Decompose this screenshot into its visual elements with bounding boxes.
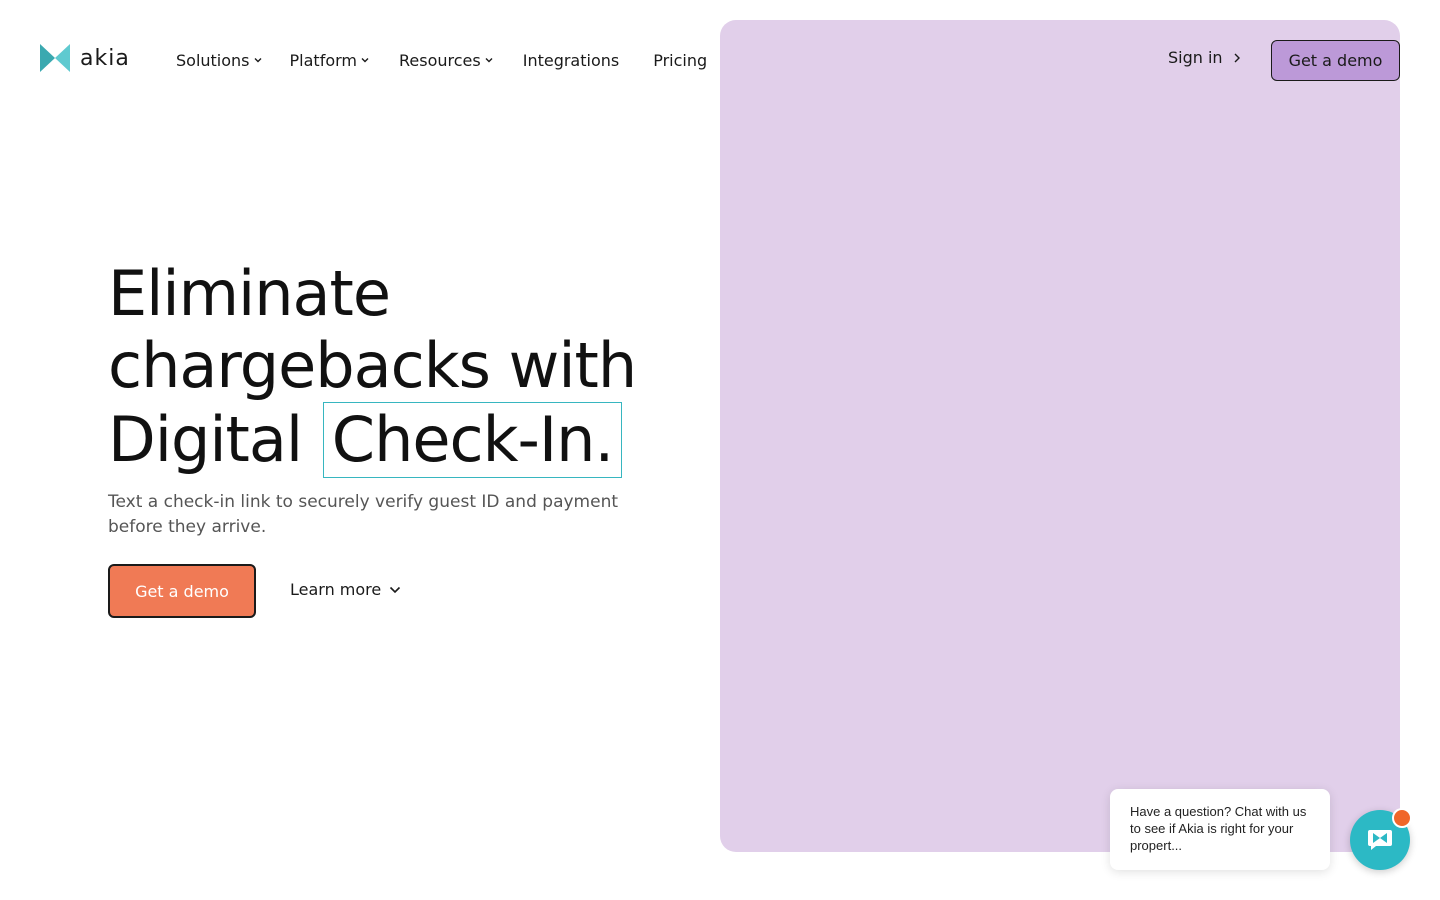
chevron-down-icon xyxy=(254,58,262,63)
hero-subtitle: Text a check-in link to securely verify … xyxy=(108,492,619,537)
chat-notification-badge xyxy=(1392,808,1412,828)
chat-prompt-bubble[interactable]: Have a question? Chat with us to see if … xyxy=(1110,789,1330,870)
akia-bowtie-logo-icon xyxy=(40,44,70,72)
navbar: akia Solutions Platform Resources Integr… xyxy=(0,0,1440,120)
nav-item-platform[interactable]: Platform xyxy=(290,51,369,70)
learn-more-label: Learn more xyxy=(290,580,382,599)
chat-logo-icon xyxy=(1368,830,1392,850)
get-demo-button-header[interactable]: Get a demo xyxy=(1271,40,1400,81)
hero-headline: Eliminate chargebacks with Digital Check… xyxy=(108,258,708,478)
chat-prompt-text: Have a question? Chat with us to see if … xyxy=(1130,804,1307,853)
chevron-down-icon xyxy=(390,586,401,593)
nav-item-label: Solutions xyxy=(176,50,250,70)
chevron-right-icon xyxy=(1234,53,1240,62)
main-nav: Solutions Platform Resources Integration… xyxy=(176,48,707,72)
learn-more-button[interactable]: Learn more xyxy=(290,580,401,599)
sign-in-label: Sign in xyxy=(1168,48,1223,67)
headline-line-3: Digital Check-In. xyxy=(108,402,708,478)
headline-line-2: chargebacks with xyxy=(108,329,637,402)
nav-item-label: Integrations xyxy=(522,50,620,70)
headline-line-3-prefix: Digital xyxy=(108,403,303,476)
headline-line-1: Eliminate xyxy=(108,257,391,330)
nav-item-label: Resources xyxy=(399,50,481,70)
chevron-down-icon xyxy=(361,58,369,63)
nav-item-integrations[interactable]: Integrations xyxy=(523,51,620,70)
nav-item-label: Pricing xyxy=(653,50,708,70)
headline-highlight: Check-In. xyxy=(322,402,623,478)
chevron-down-icon xyxy=(485,58,493,63)
get-demo-button-hero[interactable]: Get a demo xyxy=(108,564,256,618)
nav-item-label: Platform xyxy=(289,50,357,70)
logo[interactable]: akia xyxy=(40,44,130,72)
logo-wordmark: akia xyxy=(80,45,130,71)
sign-in-link[interactable]: Sign in xyxy=(1168,48,1241,67)
nav-item-solutions[interactable]: Solutions xyxy=(176,51,262,70)
nav-item-resources[interactable]: Resources xyxy=(399,51,493,70)
hero-image-panel xyxy=(720,20,1400,852)
nav-item-pricing[interactable]: Pricing xyxy=(653,51,707,70)
